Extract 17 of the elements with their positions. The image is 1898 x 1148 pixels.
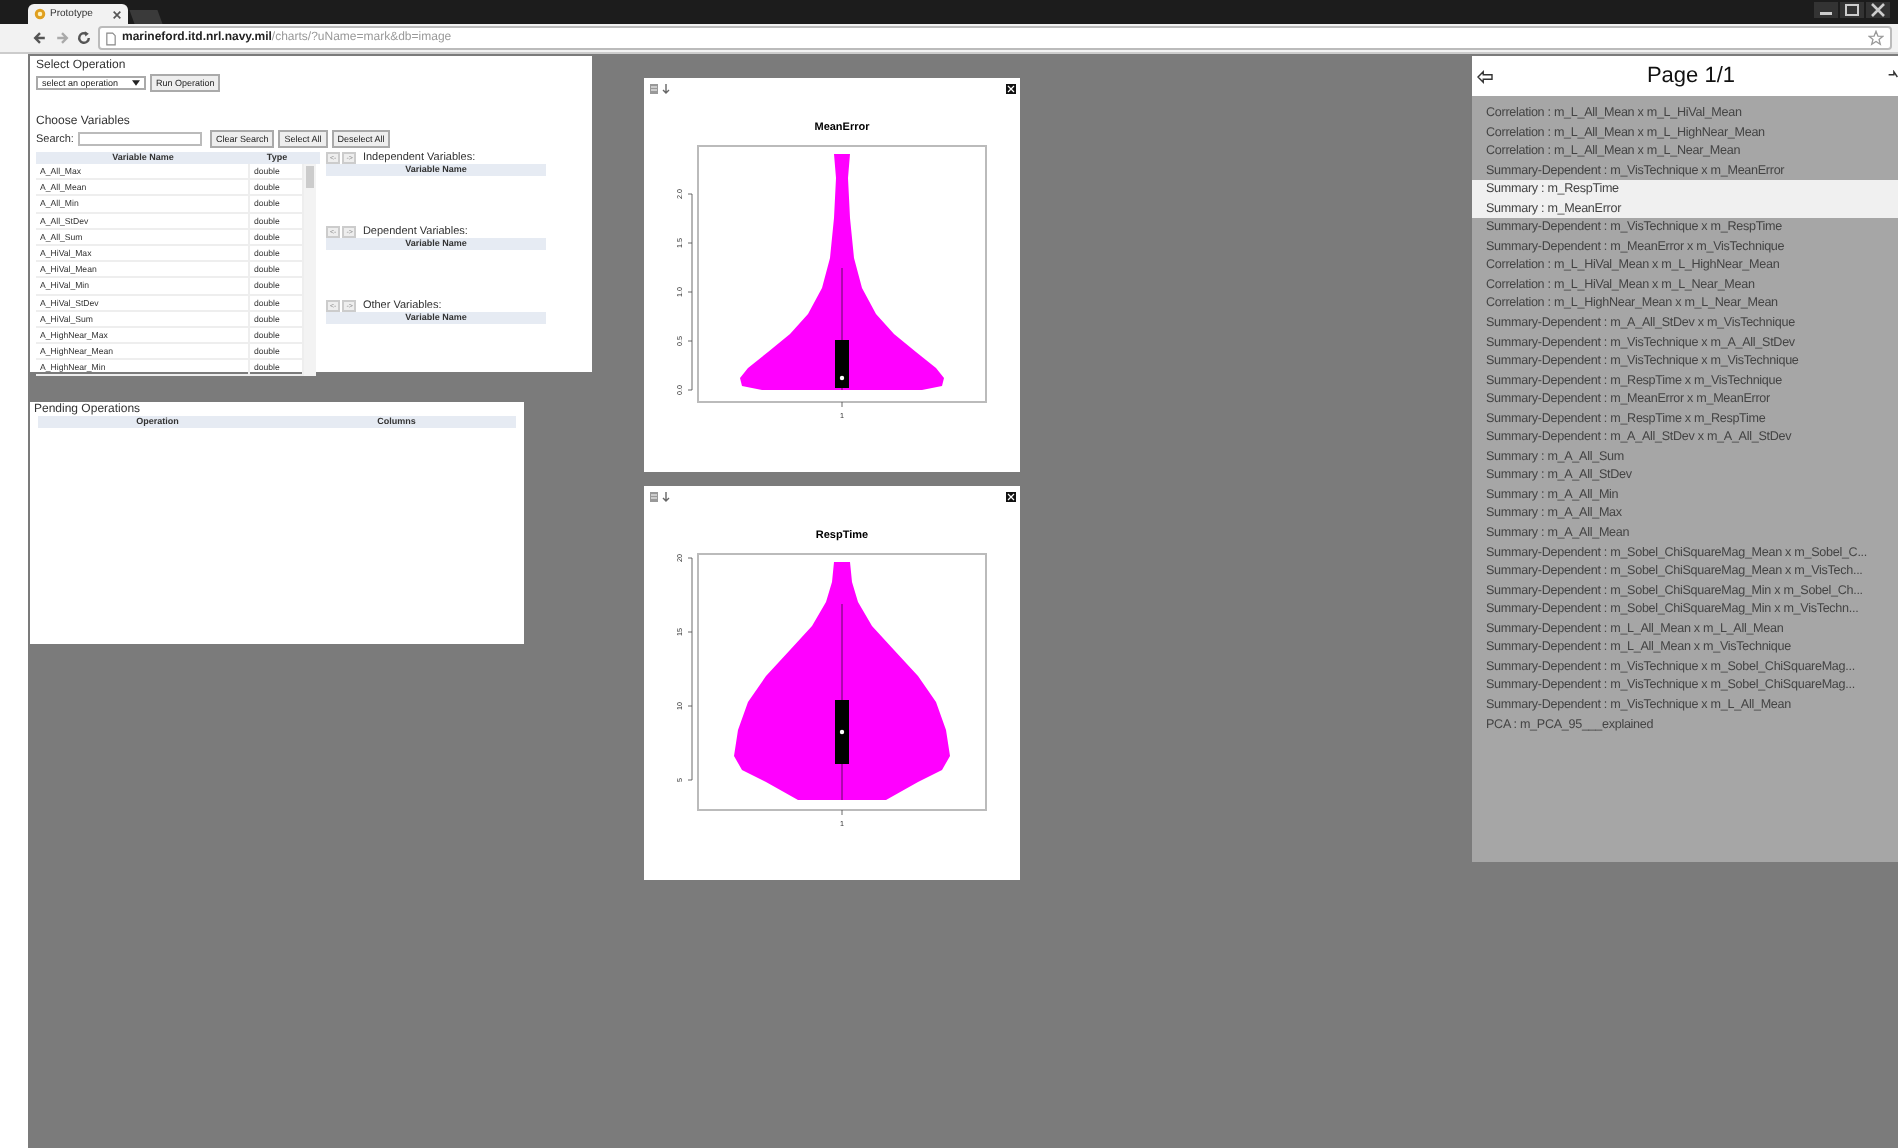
search-field[interactable]: [77, 132, 202, 146]
scrollbar[interactable]: [304, 164, 316, 376]
download-arrow-icon[interactable]: [662, 491, 670, 502]
back-icon[interactable]: [32, 30, 48, 46]
close-icon[interactable]: [112, 9, 122, 19]
star-icon[interactable]: [1868, 30, 1884, 46]
download-arrow-icon[interactable]: [662, 83, 670, 94]
maximize-icon[interactable]: [1840, 2, 1864, 18]
page-icon: [106, 31, 116, 45]
page-title: Page 1/1: [1644, 64, 1738, 88]
caret-icon: [132, 80, 140, 86]
boxplot-drawing: [835, 267, 849, 391]
globe-icon: [34, 8, 46, 20]
close-icon[interactable]: [1866, 2, 1890, 18]
minimize-icon[interactable]: [1814, 2, 1838, 18]
previous-arrow-icon[interactable]: [1476, 69, 1494, 83]
reload-icon[interactable]: [76, 30, 92, 46]
